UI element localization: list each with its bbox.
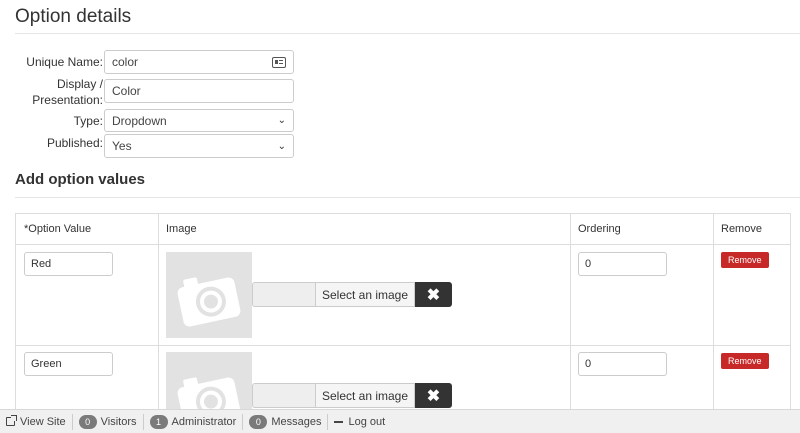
unique-name-label: Unique Name: (26, 55, 103, 69)
published-label: Published: (46, 136, 103, 150)
chevron-down-icon: ⌄ (277, 115, 286, 126)
page-title: Option details (15, 6, 132, 27)
remove-button[interactable]: Remove (721, 353, 769, 369)
remove-button[interactable]: Remove (721, 252, 769, 268)
unique-name-input[interactable]: color (104, 50, 294, 74)
close-icon[interactable]: ✖ (415, 282, 452, 307)
column-header-image: Image (166, 223, 197, 235)
external-link-icon (6, 415, 17, 426)
messages-link[interactable]: 0 Messages (243, 413, 329, 430)
option-value-text: Green (31, 358, 62, 370)
display-label-line1: Display / (56, 77, 103, 91)
row-divider (16, 345, 790, 346)
display-label-line2: Presentation: (32, 93, 103, 107)
visitors-label: Visitors (100, 415, 137, 428)
select-image-button[interactable]: Select an image (315, 383, 415, 408)
id-card-icon[interactable] (272, 56, 286, 68)
messages-badge: 0 (249, 414, 268, 429)
column-header-remove: Remove (721, 223, 762, 235)
administrator-badge: 1 (149, 414, 168, 429)
ordering-text: 0 (585, 258, 592, 270)
select-image-button[interactable]: Select an image (315, 282, 415, 307)
status-bar: View Site 0 Visitors 1 Administrator 0 M… (0, 409, 800, 433)
view-site-label: View Site (20, 415, 66, 428)
column-header-option-value: *Option Value (24, 223, 92, 235)
type-label: Type: (73, 114, 103, 128)
image-selector: Select an image ✖ (252, 282, 452, 307)
visitors-badge: 0 (78, 414, 97, 429)
display-value: Color (112, 84, 141, 98)
logout-link[interactable]: Log out (328, 414, 391, 430)
option-value-input-red[interactable]: Red (24, 252, 113, 276)
column-divider (713, 214, 714, 422)
ordering-text: 0 (585, 358, 592, 370)
title-divider (15, 33, 800, 34)
column-divider (570, 214, 571, 422)
header-divider (16, 244, 790, 245)
published-select[interactable]: Yes ⌄ (104, 134, 294, 158)
camera-icon (166, 252, 252, 338)
unique-name-value: color (112, 55, 139, 69)
column-header-ordering: Ordering (578, 223, 621, 235)
view-site-link[interactable]: View Site (0, 413, 73, 430)
chevron-down-icon: ⌄ (277, 140, 286, 152)
section-divider (15, 197, 800, 198)
administrator-label: Administrator (171, 415, 237, 428)
logout-label: Log out (348, 415, 386, 428)
option-values-table: *Option Value Image Ordering Remove Red … (15, 213, 791, 423)
type-select[interactable]: Dropdown ⌄ (104, 109, 294, 132)
display-input[interactable]: Color (104, 79, 294, 103)
ordering-input[interactable]: 0 (578, 252, 667, 276)
messages-label: Messages (271, 415, 322, 428)
close-icon[interactable]: ✖ (415, 383, 452, 408)
image-path-field (252, 383, 315, 408)
add-option-values-title: Add option values (15, 171, 146, 188)
type-value: Dropdown (112, 113, 167, 128)
published-value: Yes (112, 139, 132, 153)
image-path-field (252, 282, 315, 307)
ordering-input[interactable]: 0 (578, 352, 667, 376)
administrator-status: 1 Administrator (144, 413, 244, 430)
minus-icon (334, 420, 344, 423)
option-value-input-green[interactable]: Green (24, 352, 113, 376)
visitors-status: 0 Visitors (73, 413, 144, 430)
column-divider (158, 214, 159, 422)
image-selector: Select an image ✖ (252, 383, 452, 408)
option-value-text: Red (31, 258, 52, 270)
